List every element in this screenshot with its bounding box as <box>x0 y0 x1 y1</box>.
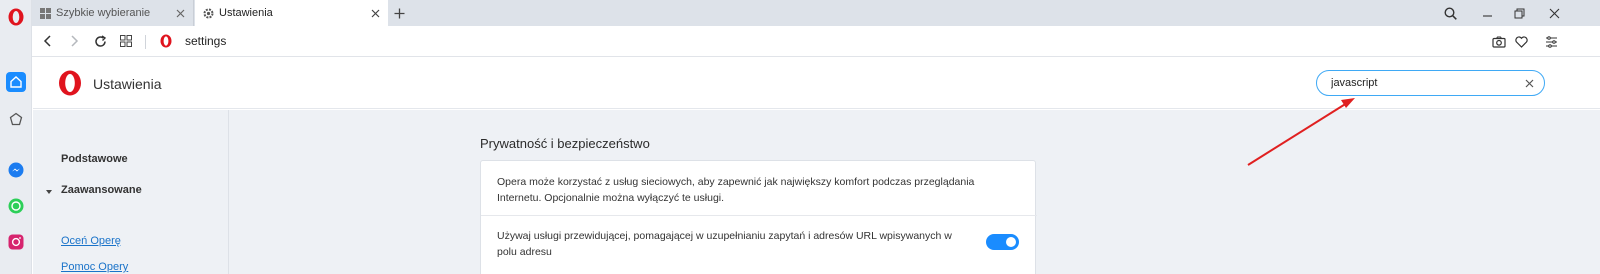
opera-logo <box>59 70 81 96</box>
close-tab-icon[interactable] <box>368 6 382 20</box>
forward-button[interactable] <box>65 32 83 50</box>
messenger-icon <box>8 162 24 178</box>
section-description: Opera może korzystać z usług sieciowych,… <box>497 176 975 204</box>
page-title: Ustawienia <box>93 76 162 92</box>
address-bar: settings <box>32 26 1600 57</box>
new-tab-button[interactable] <box>389 3 409 23</box>
restore-button[interactable] <box>1508 3 1530 23</box>
address-separator <box>145 35 146 49</box>
plus-icon <box>394 8 404 18</box>
camera-icon <box>1492 36 1506 48</box>
grid-icon <box>40 7 51 19</box>
tab-search-button[interactable] <box>1439 3 1461 23</box>
sliders-icon <box>1545 36 1557 48</box>
pin-icon <box>9 112 23 126</box>
prediction-service-toggle[interactable] <box>986 234 1019 250</box>
messenger-button[interactable] <box>6 160 26 180</box>
privacy-card: Opera może korzystać z usług sieciowych,… <box>480 160 1037 274</box>
sidenav-basic[interactable]: Podstawowe <box>61 153 128 165</box>
search-icon <box>1443 6 1457 20</box>
tab-speed-dial[interactable]: Szybkie wybieranie <box>32 0 194 26</box>
heart-icon <box>1514 36 1528 48</box>
home-button[interactable] <box>6 72 26 92</box>
minimize-button[interactable] <box>1476 3 1498 23</box>
opera-help-link[interactable]: Pomoc Opery <box>61 261 128 273</box>
clear-search-icon[interactable] <box>1522 76 1536 90</box>
close-icon <box>1549 8 1559 18</box>
opera-menu-logo[interactable] <box>7 8 25 26</box>
snapshot-button[interactable] <box>1490 33 1508 51</box>
minimize-icon <box>1482 14 1492 17</box>
bookmark-button[interactable] <box>1512 33 1530 51</box>
restore-icon <box>1514 8 1524 18</box>
pinboards-button[interactable] <box>6 109 26 129</box>
home-icon <box>10 76 22 88</box>
settings-search <box>1316 70 1545 96</box>
chevron-left-icon <box>43 35 51 47</box>
prediction-service-label: Używaj usługi przewidującej, pomagającej… <box>497 230 952 258</box>
settings-header: Ustawienia <box>33 58 1600 109</box>
easy-setup-button[interactable] <box>1542 33 1560 51</box>
tab-label: Ustawienia <box>219 7 273 19</box>
sidenav-advanced[interactable]: Zaawansowane <box>61 184 142 196</box>
instagram-button[interactable] <box>6 232 26 252</box>
section-title: Prywatność i bezpieczeństwo <box>480 136 650 151</box>
tab-label: Szybkie wybieranie <box>56 7 151 19</box>
chevron-right-icon <box>71 35 79 47</box>
whatsapp-button[interactable] <box>6 196 26 216</box>
tab-strip: Szybkie wybieranie Ustawienia <box>32 0 1600 26</box>
settings-main: Podstawowe Zaawansowane Oceń Operę Pomoc… <box>33 110 1600 274</box>
close-tab-icon[interactable] <box>173 6 187 20</box>
grid-icon <box>120 35 132 47</box>
rate-opera-link[interactable]: Oceń Operę <box>61 235 121 247</box>
reload-button[interactable] <box>91 32 109 50</box>
opera-site-icon <box>160 34 172 48</box>
url-field[interactable]: settings <box>185 34 226 48</box>
settings-sidenav: Podstawowe Zaawansowane Oceń Operę Pomoc… <box>33 110 229 274</box>
back-button[interactable] <box>39 32 57 50</box>
card-divider <box>481 215 1037 216</box>
whatsapp-icon <box>8 198 24 214</box>
tab-settings[interactable]: Ustawienia <box>195 0 388 26</box>
instagram-icon <box>8 234 24 250</box>
reload-icon <box>94 34 106 47</box>
caret-down-icon <box>46 190 52 194</box>
gear-icon <box>203 8 214 19</box>
sidebar-rail <box>0 0 32 274</box>
search-input[interactable] <box>1331 75 1511 91</box>
close-window-button[interactable] <box>1543 3 1565 23</box>
tab-overview-button[interactable] <box>117 32 135 50</box>
